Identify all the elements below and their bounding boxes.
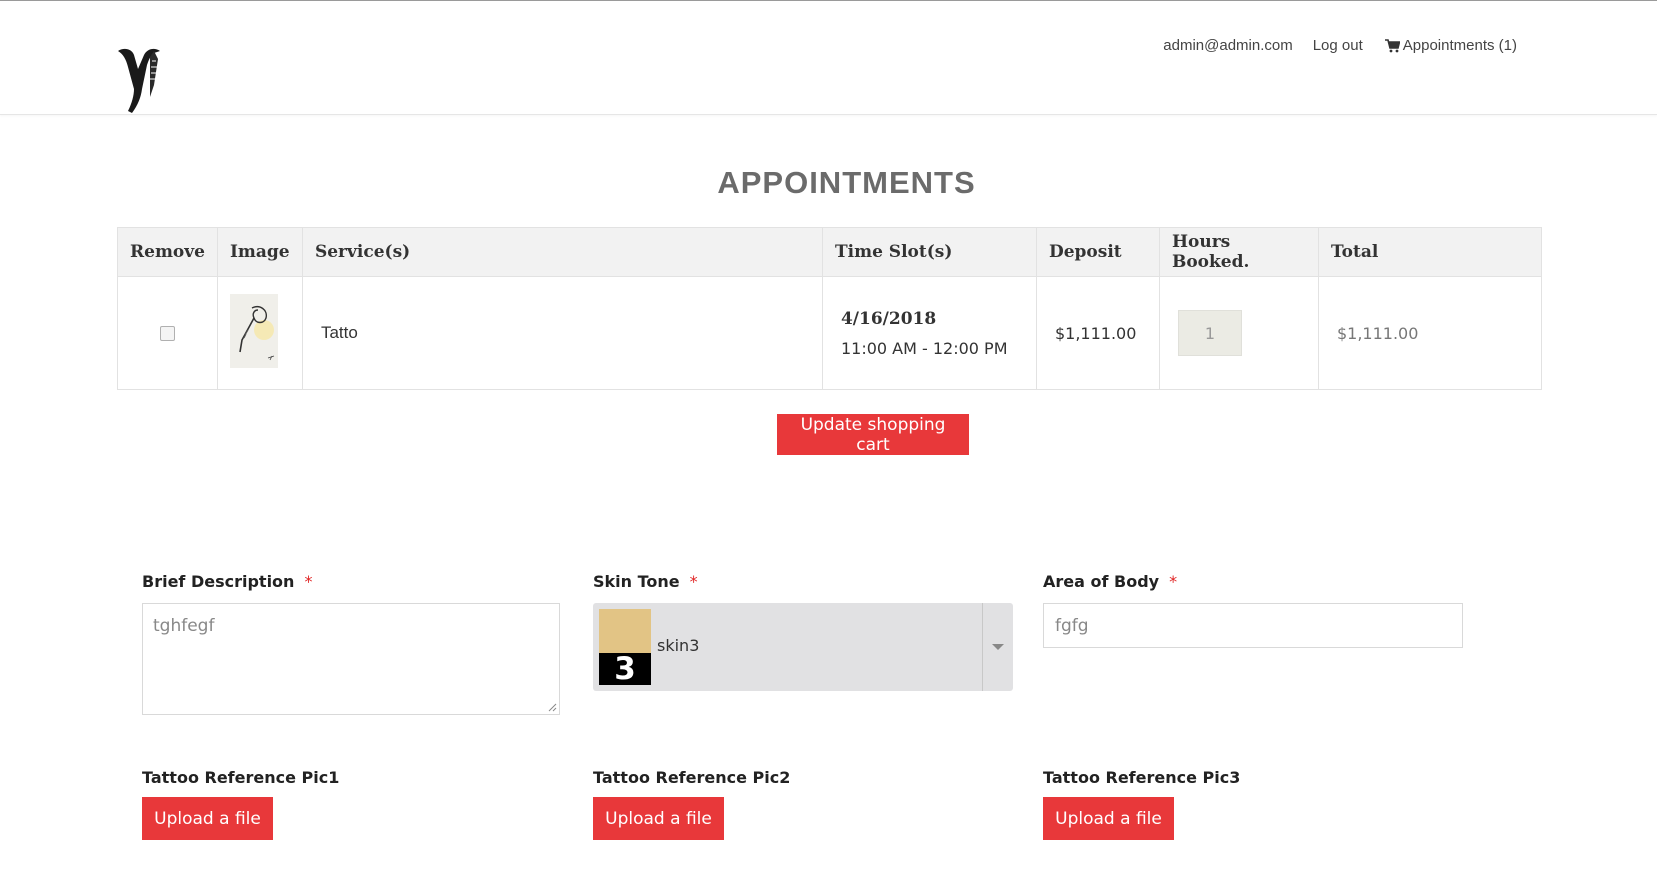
cart-label: Appointments (1)	[1402, 37, 1517, 54]
area-of-body-label: Area of Body	[1043, 572, 1160, 591]
area-of-body-value: fgfg	[1055, 615, 1089, 636]
slot-time: 11:00 AM - 12:00 PM	[840, 338, 1008, 358]
remove-checkbox[interactable]	[159, 326, 175, 341]
deposit-cell: $1,111.00	[1035, 276, 1160, 390]
header-time-slots: Time Slot(s)	[821, 227, 1037, 277]
logout-link[interactable]: Log out	[1313, 37, 1363, 54]
skin-tone-select[interactable]: 3 skin3	[593, 603, 1013, 691]
table-header-row: Remove Image Service(s) Time Slot(s) Dep…	[117, 227, 1543, 277]
skin-number-badge: 3	[599, 651, 651, 687]
hours-cell: 1	[1158, 276, 1319, 390]
site-header: admin@admin.com Log out Appointments (1)	[0, 1, 1657, 115]
service-name: Tatto	[320, 323, 358, 342]
skin-tone-label: Skin Tone	[593, 572, 680, 591]
skin-swatch	[599, 609, 651, 653]
slot-date: 4/16/2018	[840, 308, 937, 329]
resize-handle-icon[interactable]	[548, 703, 557, 712]
time-slot-cell: 4/16/2018 11:00 AM - 12:00 PM	[821, 276, 1037, 390]
required-marker: *	[1169, 572, 1178, 591]
required-marker: *	[689, 572, 698, 591]
tattoo-thumbnail[interactable]	[229, 293, 278, 368]
table-row: Tatto 4/16/2018 11:00 AM - 12:00 PM $1,1…	[117, 276, 1543, 390]
skin-tone-value: skin3	[657, 636, 700, 655]
image-cell	[216, 276, 303, 390]
header-image: Image	[216, 227, 303, 277]
description-label: Brief Description	[142, 572, 295, 591]
skin-label-row: Skin Tone *	[593, 572, 698, 591]
header-deposit: Deposit	[1035, 227, 1160, 277]
cart-link[interactable]: Appointments (1)	[1384, 37, 1517, 54]
upload-pic1-button[interactable]: Upload a file	[142, 797, 273, 840]
cart-icon	[1384, 38, 1400, 52]
account-email-link[interactable]: admin@admin.com	[1163, 37, 1292, 54]
service-cell: Tatto	[301, 276, 823, 390]
area-of-body-input[interactable]: fgfg	[1043, 603, 1463, 648]
header-remove: Remove	[117, 227, 218, 277]
description-value: tghfegf	[153, 616, 215, 636]
header-total: Total	[1317, 227, 1543, 277]
pic3-label: Tattoo Reference Pic3	[1043, 768, 1241, 787]
pic1-label: Tattoo Reference Pic1	[142, 768, 340, 787]
update-cart-button[interactable]: Update shopping cart	[777, 414, 969, 455]
site-logo[interactable]	[114, 45, 166, 117]
deposit-value: $1,111.00	[1054, 323, 1137, 343]
remove-cell	[117, 276, 218, 390]
hours-input[interactable]: 1	[1177, 310, 1242, 356]
pic2-label: Tattoo Reference Pic2	[593, 768, 791, 787]
description-label-row: Brief Description *	[142, 572, 312, 591]
total-cell: $1,111.00	[1317, 276, 1543, 390]
total-value: $1,111.00	[1336, 323, 1419, 343]
select-divider	[982, 603, 983, 691]
chevron-down-icon[interactable]	[991, 643, 1005, 651]
header-hours-booked: Hours Booked.	[1158, 227, 1319, 277]
appointments-table: Remove Image Service(s) Time Slot(s) Dep…	[117, 227, 1543, 390]
header-services: Service(s)	[301, 227, 823, 277]
area-label-row: Area of Body *	[1043, 572, 1177, 591]
upload-pic3-button[interactable]: Upload a file	[1043, 797, 1174, 840]
description-textarea[interactable]: tghfegf	[142, 603, 560, 715]
required-marker: *	[304, 572, 313, 591]
header-links: admin@admin.com Log out Appointments (1)	[1163, 37, 1517, 54]
upload-pic2-button[interactable]: Upload a file	[593, 797, 724, 840]
page-title: APPOINTMENTS	[717, 165, 976, 200]
